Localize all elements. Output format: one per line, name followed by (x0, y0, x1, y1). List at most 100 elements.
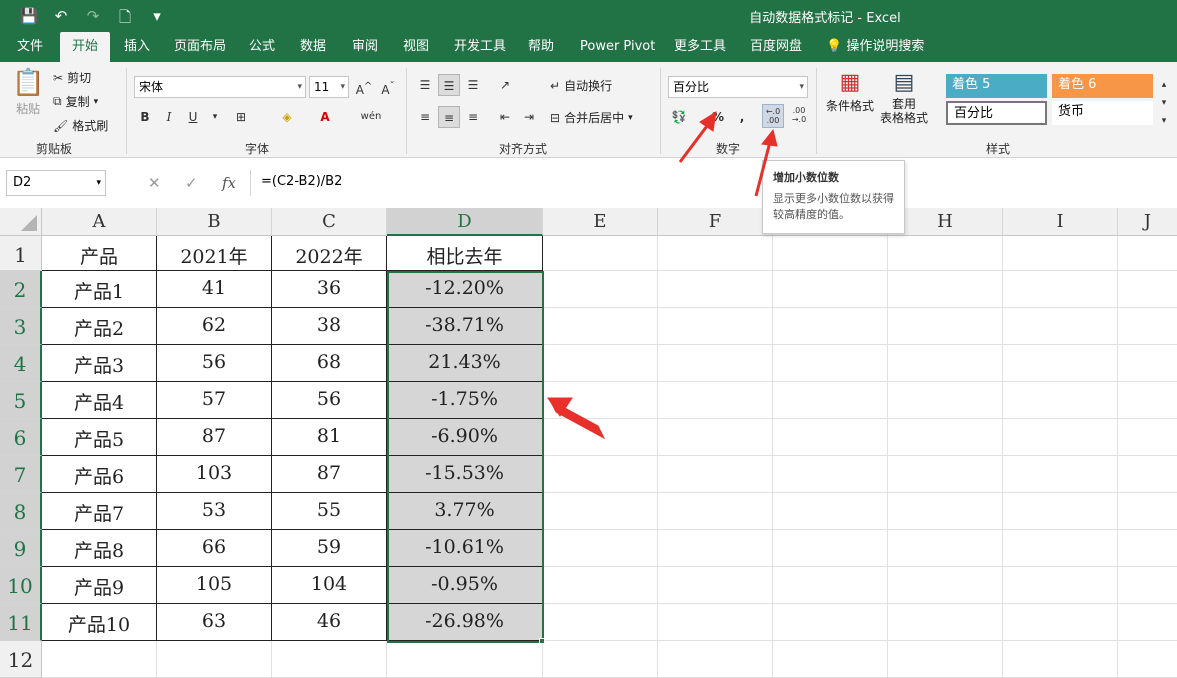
cell-d10[interactable]: -0.95% (387, 567, 543, 604)
cell-d6[interactable]: -6.90% (387, 419, 543, 456)
cell-e2[interactable] (543, 271, 658, 308)
cell-h1[interactable] (888, 236, 1003, 271)
row-header-3[interactable]: 3 (0, 308, 42, 345)
cell-f1[interactable] (658, 236, 773, 271)
cell-c4[interactable]: 68 (272, 345, 387, 382)
fill-color-icon[interactable]: ◈ (276, 106, 298, 128)
tab-data[interactable]: 数据 (300, 32, 326, 62)
cell-h12[interactable] (888, 641, 1003, 678)
cell-j3[interactable] (1118, 308, 1177, 345)
tab-power-pivot[interactable]: Power Pivot (580, 32, 655, 62)
underline-button[interactable]: U (182, 106, 204, 128)
row-header-7[interactable]: 7 (0, 456, 42, 493)
cell-b6[interactable]: 87 (157, 419, 272, 456)
cell-e6[interactable] (543, 419, 658, 456)
cell-a10[interactable]: 产品9 (42, 567, 157, 604)
cell-i4[interactable] (1003, 345, 1118, 382)
redo-icon[interactable]: ↷ (82, 7, 104, 32)
cell-c1[interactable]: 2022年 (272, 236, 387, 271)
row-header-10[interactable]: 10 (0, 567, 42, 604)
tell-me-search[interactable]: 💡 操作说明搜索 (826, 32, 924, 62)
increase-font-icon[interactable]: A^ (353, 76, 375, 98)
worksheet-grid[interactable]: ABCDEFGHIJ1产品2021年2022年相比去年2产品14136-12.2… (0, 208, 1177, 678)
cell-b7[interactable]: 103 (157, 456, 272, 493)
tab-formulas[interactable]: 公式 (249, 32, 275, 62)
row-header-6[interactable]: 6 (0, 419, 42, 456)
font-name-select[interactable]: 宋体 ▾ (134, 76, 306, 98)
cell-h5[interactable] (888, 382, 1003, 419)
cell-h4[interactable] (888, 345, 1003, 382)
cell-f6[interactable] (658, 419, 773, 456)
cell-f5[interactable] (658, 382, 773, 419)
conditional-formatting-button[interactable]: ▦ 条件格式 (826, 70, 874, 114)
cell-f12[interactable] (658, 641, 773, 678)
column-header-f[interactable]: F (658, 208, 773, 236)
font-color-icon[interactable]: A (314, 106, 336, 128)
cut-button[interactable]: ✂ 剪切 (53, 69, 91, 86)
cell-j9[interactable] (1118, 530, 1177, 567)
paste-button[interactable]: 📋 粘贴 (12, 68, 44, 117)
save-icon[interactable]: 💾 (18, 7, 40, 32)
decrease-font-icon[interactable]: Aˇ (377, 76, 399, 98)
cell-a1[interactable]: 产品 (42, 236, 157, 271)
cell-h10[interactable] (888, 567, 1003, 604)
cell-j8[interactable] (1118, 493, 1177, 530)
column-header-j[interactable]: J (1118, 208, 1177, 236)
cell-h7[interactable] (888, 456, 1003, 493)
cell-a9[interactable]: 产品8 (42, 530, 157, 567)
tab-file[interactable]: 文件 (17, 32, 43, 62)
cell-b2[interactable]: 41 (157, 271, 272, 308)
cell-g11[interactable] (773, 604, 888, 641)
column-header-c[interactable]: C (272, 208, 387, 236)
row-header-11[interactable]: 11 (0, 604, 42, 641)
cell-c7[interactable]: 87 (272, 456, 387, 493)
cell-c10[interactable]: 104 (272, 567, 387, 604)
cell-g8[interactable] (773, 493, 888, 530)
row-header-12[interactable]: 12 (0, 641, 42, 678)
cell-a6[interactable]: 产品5 (42, 419, 157, 456)
tab-help[interactable]: 帮助 (528, 32, 554, 62)
style-accent5[interactable]: 着色 5 (946, 74, 1047, 98)
orientation-icon[interactable]: ↗ (494, 74, 516, 96)
customize-qat-icon[interactable]: ▾ (146, 7, 168, 32)
more-styles-icon[interactable]: ▾ (1156, 110, 1172, 132)
undo-icon[interactable]: ↶ (50, 7, 72, 32)
cell-a7[interactable]: 产品6 (42, 456, 157, 493)
format-as-table-button[interactable]: ▤ 套用 表格格式 (880, 70, 928, 125)
cell-d9[interactable]: -10.61% (387, 530, 543, 567)
cell-c5[interactable]: 56 (272, 382, 387, 419)
copy-button[interactable]: ⧉ 复制 ▾ (53, 93, 98, 110)
cell-d1[interactable]: 相比去年 (387, 236, 543, 271)
cell-e4[interactable] (543, 345, 658, 382)
cell-h3[interactable] (888, 308, 1003, 345)
row-header-5[interactable]: 5 (0, 382, 42, 419)
cell-g7[interactable] (773, 456, 888, 493)
bold-button[interactable]: B (134, 106, 156, 128)
accounting-format-icon[interactable]: 💱 (668, 106, 690, 128)
cell-g10[interactable] (773, 567, 888, 604)
cell-d7[interactable]: -15.53% (387, 456, 543, 493)
decrease-decimal-button[interactable]: .00 →.0 (788, 104, 810, 128)
cell-f2[interactable] (658, 271, 773, 308)
cell-i12[interactable] (1003, 641, 1118, 678)
tab-page-layout[interactable]: 页面布局 (174, 32, 226, 62)
column-header-e[interactable]: E (543, 208, 658, 236)
cell-e11[interactable] (543, 604, 658, 641)
cell-b5[interactable]: 57 (157, 382, 272, 419)
percent-style-button[interactable]: % (707, 106, 729, 128)
cell-i7[interactable] (1003, 456, 1118, 493)
column-header-d[interactable]: D (387, 208, 543, 236)
comma-style-button[interactable]: , (731, 106, 753, 128)
select-all-corner[interactable] (0, 208, 42, 236)
cell-d4[interactable]: 21.43% (387, 345, 543, 382)
align-left-icon[interactable]: ≡ (414, 106, 436, 128)
style-currency[interactable]: 货币 (1052, 101, 1153, 125)
cell-d11[interactable]: -26.98% (387, 604, 543, 641)
cell-b1[interactable]: 2021年 (157, 236, 272, 271)
decrease-indent-icon[interactable]: ⇤ (494, 106, 516, 128)
cell-j7[interactable] (1118, 456, 1177, 493)
cell-j11[interactable] (1118, 604, 1177, 641)
cell-e10[interactable] (543, 567, 658, 604)
print-preview-icon[interactable]: 🗋 (114, 7, 136, 32)
increase-decimal-button[interactable]: ←.0 .00 (762, 104, 784, 128)
